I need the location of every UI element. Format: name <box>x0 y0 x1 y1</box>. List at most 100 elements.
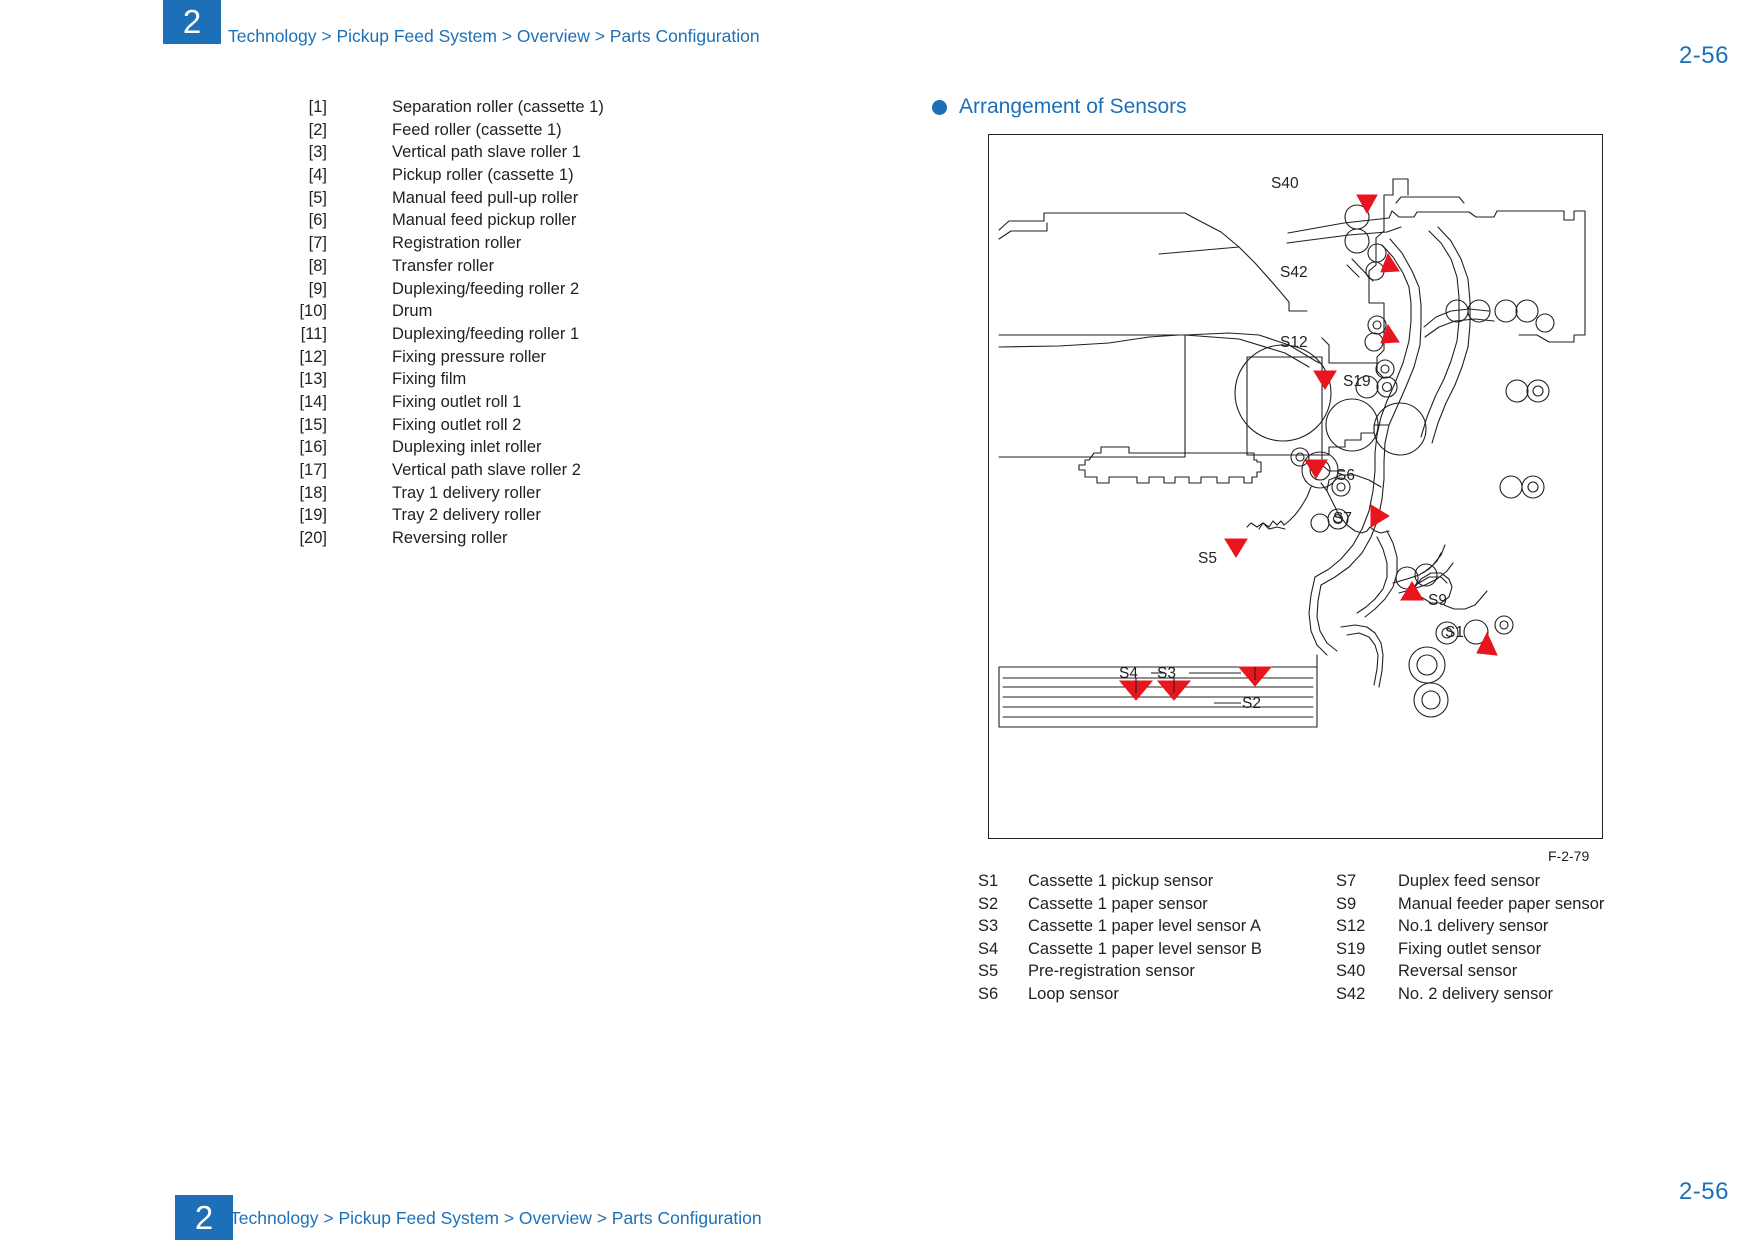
part-list-item: [17] Vertical path slave roller 2 <box>255 461 675 484</box>
part-label: Fixing outlet roll 2 <box>392 415 522 434</box>
part-list-item: [6] Manual feed pickup roller <box>255 211 675 234</box>
legend-name: No. 2 delivery sensor <box>1398 984 1553 1003</box>
legend-item: S9 Manual feeder paper sensor <box>1336 895 1616 918</box>
part-list-item: [2] Feed roller (cassette 1) <box>255 121 675 144</box>
part-ref: [11] <box>300 324 327 343</box>
part-ref: [4] <box>308 166 327 185</box>
page-number-bottom: 2-56 <box>1678 1178 1729 1205</box>
part-list-item: [9] Duplexing/feeding roller 2 <box>255 280 675 303</box>
legend-item: S7 Duplex feed sensor <box>1336 872 1616 895</box>
part-label: Vertical path slave roller 2 <box>392 461 581 479</box>
part-list-item: [14] Fixing outlet roll 1 <box>255 393 675 416</box>
part-ref: [18] <box>299 483 327 502</box>
filled-circle-icon <box>932 99 947 115</box>
figure-caption: F-2-79 <box>1548 848 1590 864</box>
legend-item: S2 Cassette 1 paper sensor <box>978 895 1336 918</box>
part-label: Transfer roller <box>392 256 495 275</box>
chapter-tab-top: 2 <box>163 0 221 44</box>
part-list-item: [8] Transfer roller <box>255 257 675 280</box>
legend-code: S12 <box>1336 917 1366 935</box>
part-list-item: [16] Duplexing inlet roller <box>255 438 675 461</box>
legend-name: Fixing outlet sensor <box>1398 939 1542 958</box>
part-label: Duplexing/feeding roller 2 <box>392 279 580 298</box>
legend-code: S40 <box>1336 962 1366 980</box>
legend-code: S19 <box>1336 939 1366 958</box>
legend-name: Cassette 1 paper sensor <box>1028 894 1208 913</box>
legend-name: No.1 delivery sensor <box>1398 917 1549 935</box>
legend-item: S3 Cassette 1 paper level sensor A <box>978 917 1336 940</box>
part-ref: [5] <box>308 188 327 207</box>
part-ref: [3] <box>308 143 327 162</box>
diagram-label-s2: S2 <box>1242 695 1261 712</box>
legend-item: S6 Loop sensor <box>978 985 1336 1008</box>
legend-code: S2 <box>978 894 999 913</box>
diagram-label-s9: S9 <box>1428 592 1447 609</box>
legend-item: S1 Cassette 1 pickup sensor <box>978 872 1336 895</box>
legend-name: Cassette 1 paper level sensor B <box>1028 939 1262 958</box>
diagram-label-s42: S42 <box>1280 264 1308 281</box>
part-list-item: [1] Separation roller (cassette 1) <box>255 98 675 121</box>
part-list-item: [10] Drum <box>255 302 675 325</box>
part-list-item: [15] Fixing outlet roll 2 <box>255 416 675 439</box>
part-list-item: [13] Fixing film <box>255 370 675 393</box>
legend-code: S9 <box>1336 894 1357 913</box>
part-label: Manual feed pull-up roller <box>392 188 579 207</box>
legend-code: S3 <box>978 917 999 935</box>
sensor-legend-column-2: S7 Duplex feed sensor S9 Manual feeder pap… <box>1336 872 1616 1007</box>
part-ref: [8] <box>308 256 327 275</box>
legend-code: S5 <box>978 962 999 980</box>
page-header: 2 Technology > Pickup Feed System > Over… <box>0 0 1754 69</box>
part-ref: [12] <box>299 347 327 366</box>
legend-code: S6 <box>978 984 999 1003</box>
part-ref: [16] <box>299 438 327 457</box>
diagram-label-s4: S4 <box>1119 665 1138 682</box>
part-label: Fixing film <box>392 370 467 389</box>
legend-code: S7 <box>1336 872 1357 890</box>
sensor-legend: S1 Cassette 1 pickup sensor S2 Cassette 1 … <box>978 872 1618 1007</box>
legend-name: Cassette 1 pickup sensor <box>1028 872 1214 890</box>
part-ref: [13] <box>299 370 327 389</box>
part-label: Drum <box>392 302 433 321</box>
part-list-item: [7] Registration roller <box>255 234 675 257</box>
part-ref: [20] <box>299 529 327 548</box>
part-ref: [1] <box>308 98 327 116</box>
part-ref: [10] <box>299 302 327 321</box>
legend-item: S42 No. 2 delivery sensor <box>1336 985 1616 1008</box>
part-list-item: [12] Fixing pressure roller <box>255 348 675 371</box>
part-ref: [6] <box>308 211 327 230</box>
part-label: Fixing outlet roll 1 <box>392 392 522 411</box>
diagram-label-s3: S3 <box>1157 665 1176 682</box>
legend-item: S5 Pre-registration sensor <box>978 962 1336 985</box>
diagram-label-s12: S12 <box>1280 334 1308 351</box>
legend-code: S4 <box>978 939 999 958</box>
breadcrumb-top[interactable]: Technology > Pickup Feed System > Overvi… <box>228 26 760 47</box>
diagram-label-s1: S1 <box>1445 624 1464 641</box>
part-label: Duplexing inlet roller <box>392 438 542 457</box>
diagram-label-s40: S40 <box>1271 175 1299 192</box>
part-label: Reversing roller <box>392 529 508 548</box>
legend-code: S42 <box>1336 984 1366 1003</box>
part-list-item: [4] Pickup roller (cassette 1) <box>255 166 675 189</box>
diagram-label-s5: S5 <box>1198 550 1217 567</box>
diagram-label-s6: S6 <box>1336 467 1355 484</box>
part-label: Vertical path slave roller 1 <box>392 143 581 162</box>
part-ref: [14] <box>299 392 327 411</box>
diagram-label-s19: S19 <box>1343 373 1371 390</box>
part-ref: [17] <box>299 461 327 479</box>
breadcrumb-bottom[interactable]: Technology > Pickup Feed System > Overvi… <box>230 1208 762 1229</box>
part-list-item: [5] Manual feed pull-up roller <box>255 189 675 212</box>
section-heading-label: Arrangement of Sensors <box>959 95 1187 118</box>
part-label: Fixing pressure roller <box>392 347 547 366</box>
legend-code: S1 <box>978 872 999 890</box>
legend-name: Loop sensor <box>1028 984 1119 1003</box>
legend-name: Pre-registration sensor <box>1028 962 1195 980</box>
part-ref: [7] <box>308 234 327 253</box>
legend-name: Duplex feed sensor <box>1398 872 1541 890</box>
part-ref: [19] <box>299 506 327 525</box>
part-ref: [9] <box>308 279 327 298</box>
part-list-item: [3] Vertical path slave roller 1 <box>255 143 675 166</box>
part-label: Pickup roller (cassette 1) <box>392 166 574 185</box>
part-label: Manual feed pickup roller <box>392 211 577 230</box>
sensor-arrangement-diagram: S40 S42 S12 S19 S6 S7 S5 S9 S1 S4 S3 S2 <box>988 134 1603 839</box>
part-list-item: [11] Duplexing/feeding roller 1 <box>255 325 675 348</box>
